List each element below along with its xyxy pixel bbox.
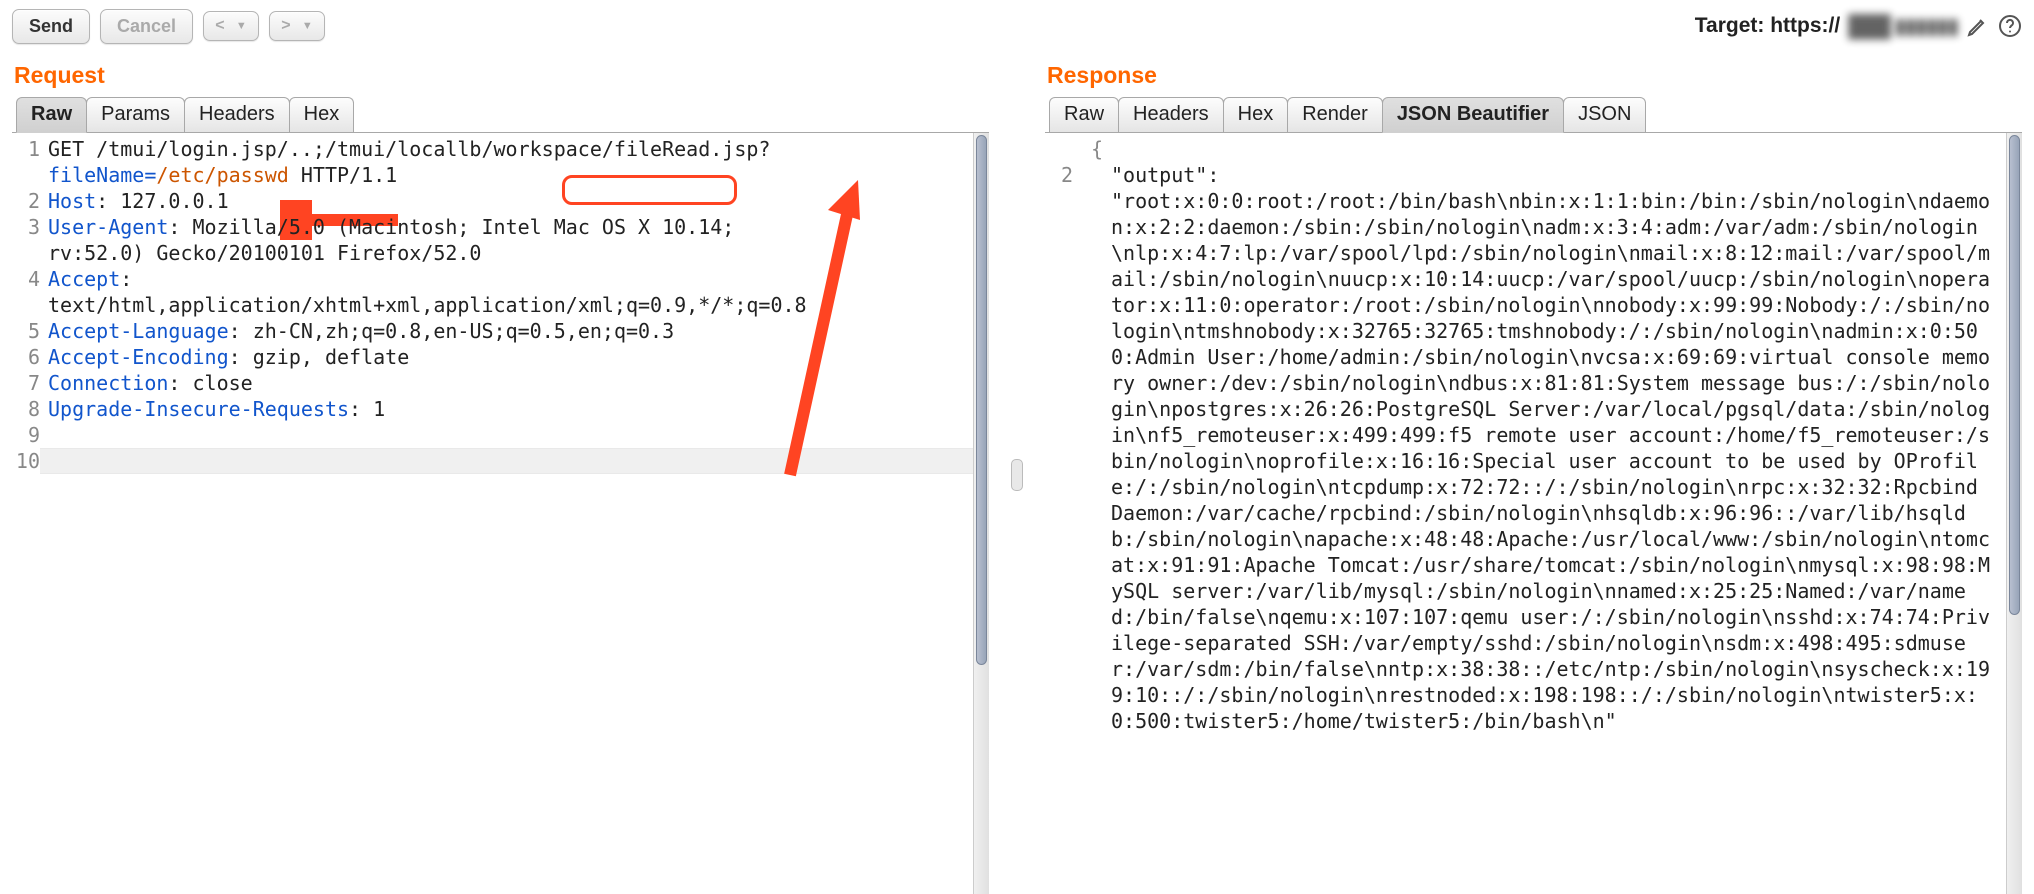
- cancel-button[interactable]: Cancel: [100, 9, 193, 44]
- target-prefix: Target: https://: [1695, 14, 1840, 38]
- response-title: Response: [1047, 62, 2022, 89]
- request-gutter: 12345678910: [12, 133, 40, 894]
- response-scrollbar[interactable]: [2006, 133, 2022, 894]
- target-host-obscured: ███ ▮▮▮▮▮▮: [1848, 14, 1958, 39]
- main-split: Request RawParamsHeadersHex 12345678910 …: [12, 56, 2022, 894]
- request-code[interactable]: GET /tmui/login.jsp/..;/tmui/locallb/wor…: [40, 133, 973, 894]
- response-tab-json-beautifier[interactable]: JSON Beautifier: [1382, 97, 1564, 133]
- response-tab-headers[interactable]: Headers: [1118, 97, 1224, 132]
- dropdown-caret-icon: ▼: [302, 20, 313, 32]
- prev-button[interactable]: < ▼: [203, 11, 259, 41]
- response-tab-raw[interactable]: Raw: [1049, 97, 1119, 132]
- response-panel: Response RawHeadersHexRenderJSON Beautif…: [1045, 56, 2022, 894]
- chevron-left-icon: <: [215, 17, 224, 35]
- request-scrollbar[interactable]: [973, 133, 989, 894]
- response-tab-json[interactable]: JSON: [1563, 97, 1646, 132]
- response-tabs: RawHeadersHexRenderJSON BeautifierJSON: [1045, 97, 2022, 133]
- request-tabs: RawParamsHeadersHex: [12, 97, 989, 133]
- toolbar: Send Cancel < ▼ > ▼ Target: https:// ███…: [12, 6, 2022, 46]
- splitter-handle-icon[interactable]: [1011, 459, 1023, 491]
- dropdown-caret-icon: ▼: [236, 20, 247, 32]
- request-code-area[interactable]: 12345678910 GET /tmui/login.jsp/..;/tmui…: [12, 133, 989, 894]
- help-icon[interactable]: [1998, 14, 2022, 38]
- response-tab-render[interactable]: Render: [1287, 97, 1383, 132]
- edit-target-icon[interactable]: [1966, 14, 1990, 38]
- request-title: Request: [14, 62, 989, 89]
- request-panel: Request RawParamsHeadersHex 12345678910 …: [12, 56, 989, 894]
- scrollbar-thumb[interactable]: [2009, 135, 2020, 615]
- response-tab-hex[interactable]: Hex: [1223, 97, 1289, 132]
- response-code-area[interactable]: 2 {"output":"root:x:0:0:root:/root:/bin/…: [1045, 133, 2022, 894]
- scrollbar-thumb[interactable]: [976, 135, 987, 665]
- chevron-right-icon: >: [281, 17, 290, 35]
- request-tab-raw[interactable]: Raw: [16, 97, 87, 133]
- panel-splitter[interactable]: [1013, 56, 1021, 894]
- request-tab-headers[interactable]: Headers: [184, 97, 290, 132]
- send-button[interactable]: Send: [12, 9, 90, 44]
- request-tab-params[interactable]: Params: [86, 97, 185, 132]
- next-button[interactable]: > ▼: [269, 11, 325, 41]
- request-tab-hex[interactable]: Hex: [289, 97, 355, 132]
- target-label: Target: https:// ███ ▮▮▮▮▮▮: [1695, 14, 2022, 39]
- response-code[interactable]: {"output":"root:x:0:0:root:/root:/bin/ba…: [1073, 133, 2006, 894]
- response-gutter: 2: [1045, 133, 1073, 894]
